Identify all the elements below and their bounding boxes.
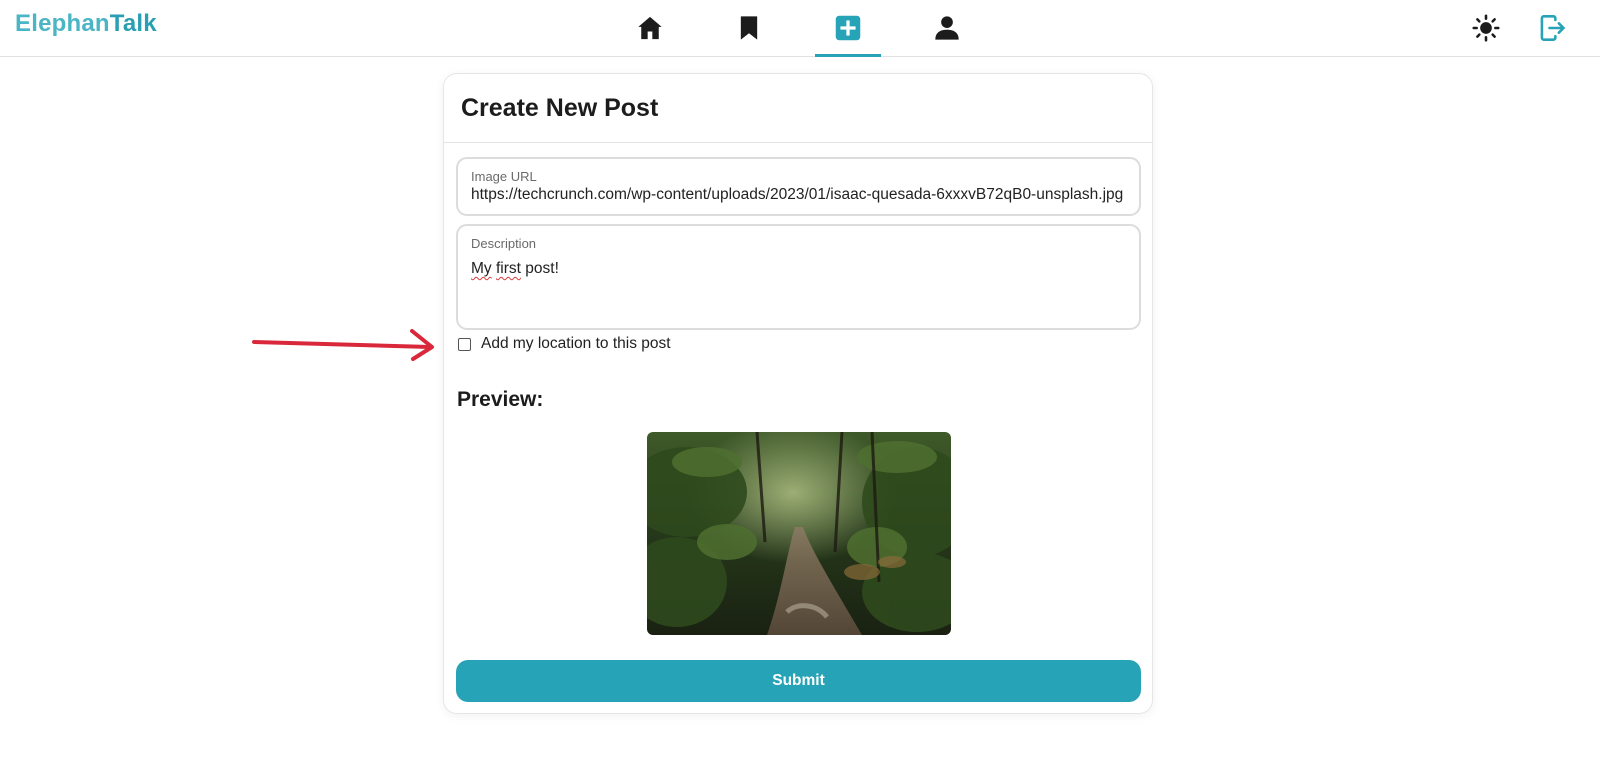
image-url-input[interactable]: https://techcrunch.com/wp-content/upload… [471, 186, 1126, 204]
jungle-path-photo [647, 432, 951, 635]
bookmark-icon [740, 16, 758, 40]
card-header: Create New Post [444, 74, 1152, 143]
location-checkbox[interactable] [458, 337, 471, 351]
nav-create-post[interactable] [815, 8, 881, 48]
sun-icon [1472, 14, 1500, 42]
preview-image [647, 432, 951, 635]
annotation-arrow [252, 329, 434, 361]
home-icon [638, 16, 662, 40]
preview-heading: Preview: [457, 388, 544, 411]
description-textarea[interactable]: My first post! [471, 260, 559, 278]
top-navbar: ElephanTalk [0, 0, 1600, 57]
profile-icon [935, 16, 959, 40]
nav-home[interactable] [617, 8, 683, 48]
description-field[interactable]: Description My first post! [456, 224, 1141, 330]
logout-button[interactable] [1535, 10, 1571, 46]
theme-toggle-button[interactable] [1468, 10, 1504, 46]
image-url-field[interactable]: Image URL https://techcrunch.com/wp-cont… [456, 157, 1141, 216]
image-url-label: Image URL [471, 169, 537, 184]
add-post-icon [835, 15, 861, 41]
nav-profile[interactable] [914, 8, 980, 48]
submit-button[interactable]: Submit [456, 660, 1141, 702]
active-tab-indicator [815, 54, 881, 57]
description-label: Description [471, 236, 537, 251]
create-post-card: Create New Post Image URL https://techcr… [443, 73, 1153, 714]
app-logo[interactable]: ElephanTalk [15, 10, 157, 38]
location-checkbox-label[interactable]: Add my location to this post [481, 335, 671, 353]
nav-bookmarks[interactable] [716, 8, 782, 48]
logout-icon [1540, 15, 1565, 41]
page-title: Create New Post [461, 93, 659, 122]
location-option[interactable]: Add my location to this post [458, 335, 671, 353]
